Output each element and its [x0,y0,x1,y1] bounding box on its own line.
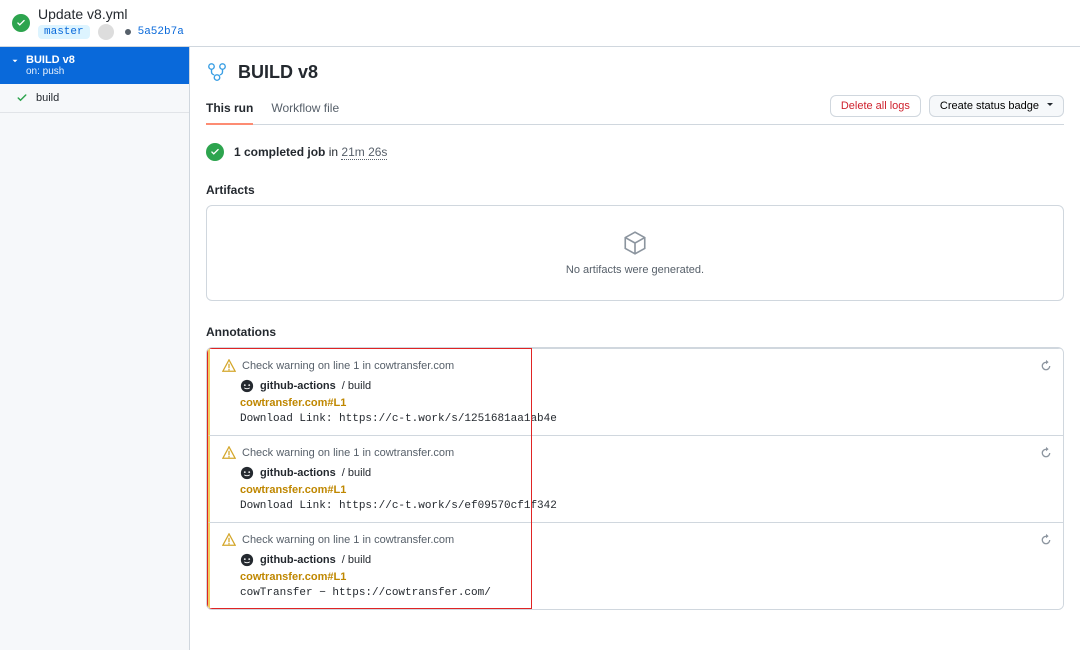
warning-icon [222,533,236,547]
annotation-job: build [348,380,371,392]
sidebar-workflow-header[interactable]: BUILD v8 on: push [0,47,189,84]
annotations-heading: Annotations [206,325,1064,339]
check-icon [16,92,28,104]
annotation-item[interactable]: Check warning on line 1 in cowtransfer.c… [207,435,1063,522]
sidebar-workflow-trigger: on: push [26,66,75,77]
main-content: BUILD v8 This run Workflow file Delete a… [190,47,1080,650]
delete-logs-button[interactable]: Delete all logs [830,95,921,117]
annotation-head: Check warning on line 1 in cowtransfer.c… [242,360,454,372]
commit-topbar: Update v8.yml master 5a52b7a [0,0,1080,47]
branch-badge[interactable]: master [38,25,90,39]
tab-this-run[interactable]: This run [206,93,253,125]
annotation-job: build [348,554,371,566]
github-actions-icon [240,466,254,480]
annotation-head: Check warning on line 1 in cowtransfer.c… [242,534,454,546]
sidebar-item-label: build [36,92,59,104]
check-icon [206,143,224,161]
sidebar-job-build[interactable]: build [0,84,189,113]
annotation-item[interactable]: Check warning on line 1 in cowtransfer.c… [207,348,1063,435]
tab-workflow-file[interactable]: Workflow file [271,93,339,124]
annotation-item[interactable]: Check warning on line 1 in cowtransfer.c… [207,522,1063,609]
rerun-icon[interactable] [1039,359,1053,373]
duration[interactable]: 21m 26s [341,145,387,160]
annotation-actor[interactable]: github-actions [260,554,336,566]
annotation-head: Check warning on line 1 in cowtransfer.c… [242,447,454,459]
create-status-badge-button[interactable]: Create status badge [929,95,1064,117]
warning-icon [222,446,236,460]
page-title: BUILD v8 [238,62,318,83]
warning-icon [222,359,236,373]
sidebar: BUILD v8 on: push build [0,47,190,650]
annotation-file-link[interactable]: cowtransfer.com#L1 [240,571,1051,583]
commit-icon [122,26,134,38]
annotation-actor[interactable]: github-actions [260,380,336,392]
annotations-list: Check warning on line 1 in cowtransfer.c… [206,347,1064,610]
rerun-icon[interactable] [1039,446,1053,460]
annotation-job: build [348,467,371,479]
commit-title: Update v8.yml [38,6,184,22]
annotation-actor[interactable]: github-actions [260,467,336,479]
commit-sha-link[interactable]: 5a52b7a [122,26,184,38]
annotation-message: Download Link: https://c-t.work/s/ef0957… [240,500,1051,512]
rerun-icon[interactable] [1039,533,1053,547]
package-icon [622,230,648,256]
artifacts-empty-text: No artifacts were generated. [231,264,1039,276]
annotation-message: Download Link: https://c-t.work/s/125168… [240,413,1051,425]
annotation-message: cowTransfer − https://cowtransfer.com/ [240,587,1051,599]
chevron-down-icon [10,56,20,66]
workflow-icon [206,61,228,83]
tabs: This run Workflow file [206,93,339,124]
status-check-icon [12,14,30,32]
annotation-file-link[interactable]: cowtransfer.com#L1 [240,397,1051,409]
artifacts-empty-box: No artifacts were generated. [206,205,1064,301]
annotation-file-link[interactable]: cowtransfer.com#L1 [240,484,1051,496]
completed-job-count: 1 completed job [234,145,325,159]
sidebar-workflow-title: BUILD v8 [26,54,75,66]
avatar [98,24,114,40]
github-actions-icon [240,553,254,567]
artifacts-heading: Artifacts [206,183,1064,197]
job-summary: 1 completed job in 21m 26s [206,143,1064,161]
github-actions-icon [240,379,254,393]
